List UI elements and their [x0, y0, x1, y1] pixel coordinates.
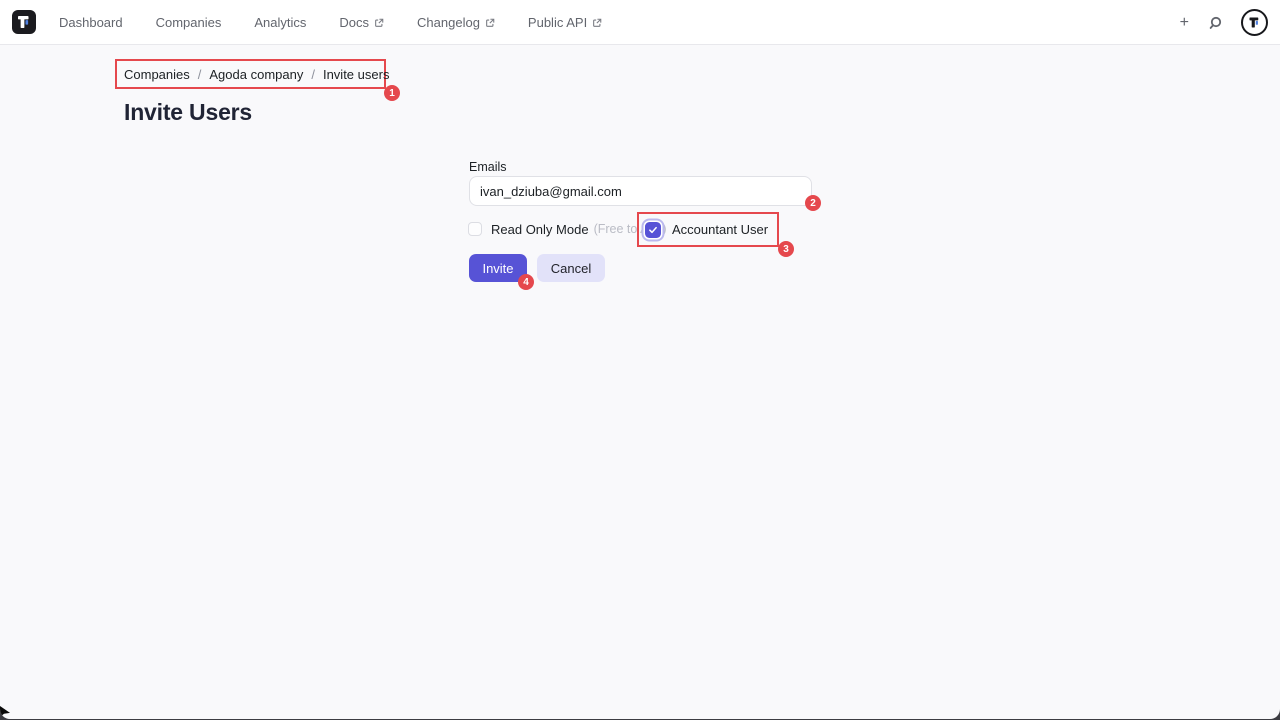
annotation-badge-3: 3 [778, 241, 794, 257]
user-avatar[interactable] [1241, 9, 1268, 36]
breadcrumb-agoda-company[interactable]: Agoda company [209, 67, 303, 82]
top-nav: Dashboard Companies Analytics Docs Chang… [0, 0, 1280, 45]
read-only-mode-label: Read Only Mode [491, 222, 589, 237]
page-title: Invite Users [124, 99, 252, 126]
breadcrumb-separator: / [311, 67, 315, 82]
accountant-user-label: Accountant User [672, 222, 768, 237]
nav-item-changelog[interactable]: Changelog [417, 15, 495, 30]
breadcrumb-separator: / [198, 67, 202, 82]
breadcrumb: Companies / Agoda company / Invite users [124, 59, 389, 89]
nav-item-docs[interactable]: Docs [339, 15, 384, 30]
logo-t-icon [15, 13, 33, 31]
external-link-icon [374, 18, 384, 28]
emails-input[interactable] [469, 176, 812, 206]
accountant-user-checkbox[interactable] [645, 222, 661, 238]
nav-links: Dashboard Companies Analytics Docs Chang… [59, 0, 602, 45]
checkmark-icon [648, 225, 658, 235]
cancel-button[interactable]: Cancel [537, 254, 605, 282]
nav-item-companies[interactable]: Companies [156, 15, 222, 30]
read-only-mode-checkbox[interactable] [468, 222, 482, 236]
app-window: Dashboard Companies Analytics Docs Chang… [0, 0, 1280, 719]
nav-item-label: Docs [339, 15, 369, 30]
nav-item-label: Changelog [417, 15, 480, 30]
search-icon[interactable] [1207, 15, 1223, 31]
accountant-user-option: Accountant User [637, 212, 779, 247]
breadcrumb-invite-users[interactable]: Invite users [323, 67, 389, 82]
emails-label: Emails [469, 160, 507, 174]
external-link-icon [485, 18, 495, 28]
nav-item-dashboard[interactable]: Dashboard [59, 15, 123, 30]
nav-item-label: Companies [156, 15, 222, 30]
mouse-cursor [0, 706, 10, 717]
breadcrumb-companies[interactable]: Companies [124, 67, 190, 82]
plus-icon[interactable]: + [1180, 15, 1189, 31]
avatar-t-icon [1247, 15, 1262, 30]
app-logo[interactable] [12, 10, 36, 34]
external-link-icon [592, 18, 602, 28]
nav-item-label: Dashboard [59, 15, 123, 30]
nav-item-label: Analytics [254, 15, 306, 30]
annotation-badge-4: 4 [518, 274, 534, 290]
nav-actions: + [1180, 0, 1268, 45]
annotation-badge-1: 1 [384, 85, 400, 101]
annotation-badge-2: 2 [805, 195, 821, 211]
nav-item-public-api[interactable]: Public API [528, 15, 602, 30]
nav-item-analytics[interactable]: Analytics [254, 15, 306, 30]
form-buttons: Invite Cancel [469, 254, 605, 282]
nav-item-label: Public API [528, 15, 587, 30]
